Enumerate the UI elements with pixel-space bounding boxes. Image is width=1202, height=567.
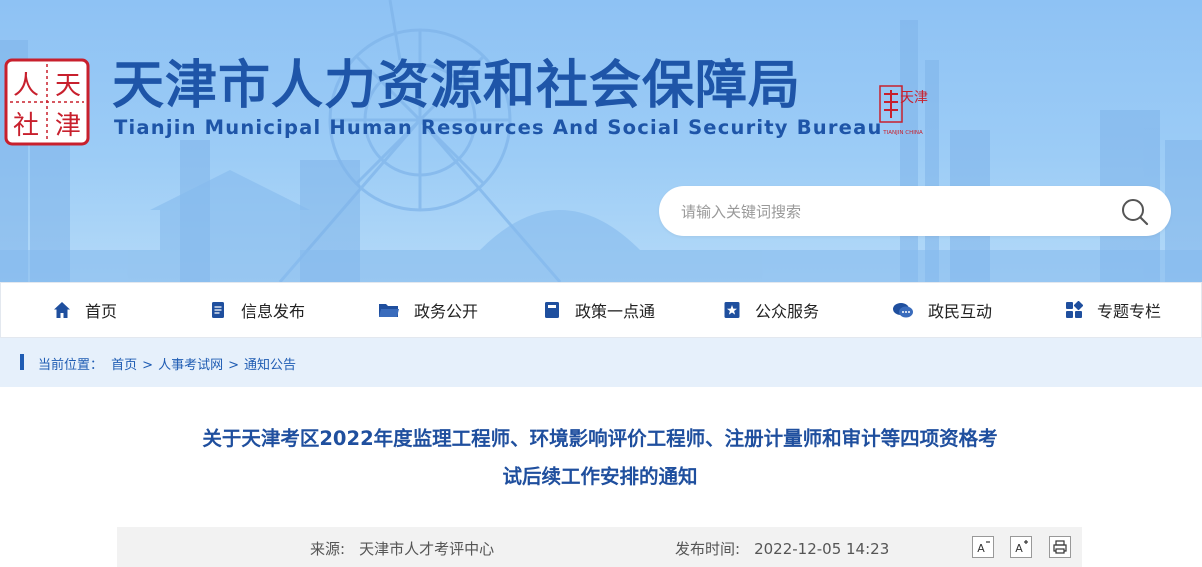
nav-item-label: 专题专栏 bbox=[1097, 302, 1162, 321]
breadcrumb-accent bbox=[20, 354, 24, 370]
site-title-english: Tianjin Municipal Human Resources And So… bbox=[114, 116, 883, 139]
search-box[interactable] bbox=[659, 186, 1171, 236]
nav-item-info-release[interactable]: 信息发布 bbox=[209, 283, 305, 337]
nav-item-label: 政民互动 bbox=[928, 302, 993, 321]
font-increase-button[interactable]: A bbox=[1010, 536, 1032, 558]
nav-item-label: 公众服务 bbox=[755, 302, 820, 321]
nav-item-label: 政务公开 bbox=[414, 302, 479, 321]
nav-item-policy[interactable]: 政策一点通 bbox=[543, 283, 655, 337]
article-title-line-1: 关于天津考区2022年度监理工程师、环境影响评价工程师、注册计量师和审计等四项资… bbox=[202, 427, 998, 450]
font-decrease-icon: A bbox=[977, 541, 990, 555]
article-title: 关于天津考区2022年度监理工程师、环境影响评价工程师、注册计量师和审计等四项资… bbox=[140, 420, 1060, 496]
star-badge-icon bbox=[724, 302, 740, 318]
svg-text:A: A bbox=[977, 542, 985, 555]
article-source: 来源: 天津市人才考评中心 bbox=[310, 538, 494, 559]
site-title: 天津市人力资源和社会保障局 bbox=[112, 56, 802, 116]
font-decrease-button[interactable]: A bbox=[972, 536, 994, 558]
grid-icon bbox=[1066, 301, 1083, 318]
document-icon bbox=[212, 302, 224, 318]
seal-char-3: 社 bbox=[13, 111, 39, 141]
breadcrumb-bar: 当前位置： 首页 > 人事考试网 > 通知公告 bbox=[0, 338, 1202, 387]
source-label: 来源: bbox=[310, 540, 346, 558]
book-icon bbox=[545, 302, 559, 318]
tianjin-logo-subtext: TIANJIN CHINA bbox=[882, 130, 923, 136]
nav-item-interaction[interactable]: 政民互动 bbox=[892, 283, 992, 337]
article-meta-bar: 来源: 天津市人才考评中心 发布时间: 2022-12-05 14:23 A A bbox=[117, 527, 1082, 567]
nav-item-label: 首页 bbox=[85, 302, 118, 321]
time-value: 2022-12-05 14:23 bbox=[754, 540, 890, 558]
tianjin-city-logo: 天津 TIANJIN CHINA bbox=[879, 85, 928, 136]
seal-char-1: 人 bbox=[13, 71, 39, 101]
home-icon bbox=[54, 302, 70, 318]
source-value: 天津市人才考评中心 bbox=[359, 540, 495, 558]
tianjin-logo-char-1: 天津 bbox=[900, 90, 928, 106]
breadcrumb-exam-link[interactable]: 人事考试网 bbox=[158, 358, 223, 373]
seal-char-4: 津 bbox=[55, 111, 81, 141]
nav-item-special-topics[interactable]: 专题专栏 bbox=[1065, 283, 1161, 337]
city-skyline-illustration bbox=[0, 0, 1202, 282]
nav-item-label: 信息发布 bbox=[241, 302, 306, 321]
bureau-seal-logo[interactable]: 人 天 社 津 bbox=[4, 58, 90, 146]
folder-icon bbox=[379, 304, 399, 317]
search-input[interactable] bbox=[679, 199, 1103, 225]
svg-text:A: A bbox=[1015, 542, 1023, 555]
nav-item-label: 政策一点通 bbox=[575, 302, 656, 321]
print-icon bbox=[1053, 540, 1067, 554]
font-increase-icon: A bbox=[1015, 540, 1028, 555]
nav-item-public-service[interactable]: 公众服务 bbox=[723, 283, 819, 337]
breadcrumb-separator: > bbox=[228, 358, 239, 373]
header-banner: 人 天 社 津 天津市人力资源和社会保障局 Tianjin Municipal … bbox=[0, 0, 1202, 282]
breadcrumb-prefix: 当前位置： bbox=[38, 358, 104, 373]
nav-item-home[interactable]: 首页 bbox=[53, 283, 117, 337]
chat-icon bbox=[893, 303, 913, 318]
seal-char-2: 天 bbox=[55, 71, 81, 101]
nav-item-government-affairs[interactable]: 政务公开 bbox=[378, 283, 478, 337]
breadcrumb-separator: > bbox=[142, 358, 154, 373]
main-navigation: 首页 信息发布 政务公开 政策一点通 公众服务 政民互动 专题专栏 bbox=[0, 282, 1202, 338]
breadcrumb-home-link[interactable]: 首页 bbox=[111, 358, 137, 373]
print-button[interactable] bbox=[1049, 536, 1071, 558]
time-label: 发布时间: bbox=[675, 540, 741, 558]
article-title-line-2: 试后续工作安排的通知 bbox=[502, 465, 698, 488]
breadcrumb-notice-link[interactable]: 通知公告 bbox=[244, 358, 296, 373]
breadcrumb: 当前位置： 首页 > 人事考试网 > 通知公告 bbox=[38, 354, 296, 373]
article-publish-time: 发布时间: 2022-12-05 14:23 bbox=[675, 538, 889, 559]
search-icon[interactable] bbox=[1120, 197, 1150, 227]
